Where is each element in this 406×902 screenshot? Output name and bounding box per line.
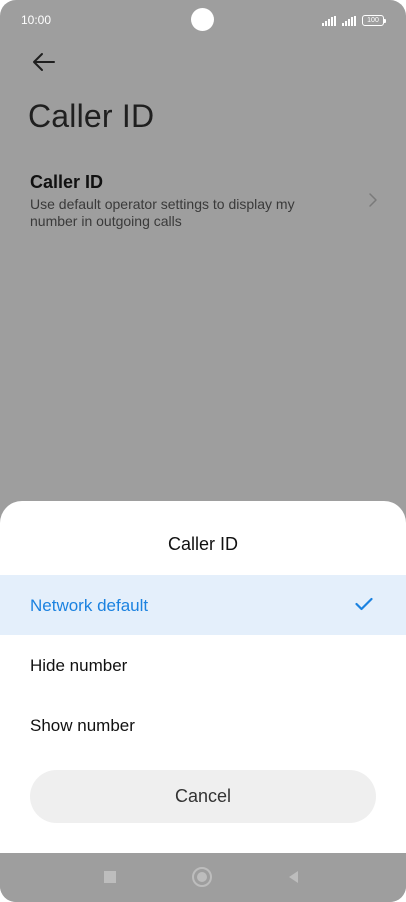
back-button[interactable] [28, 48, 60, 76]
option-label: Hide number [30, 656, 128, 675]
home-button[interactable] [192, 867, 212, 887]
option-show-number[interactable]: Show number [0, 695, 406, 755]
signal-icon-2 [342, 16, 356, 26]
circle-home-icon [192, 867, 212, 887]
sheet-title: Caller ID [167, 534, 238, 554]
battery-icon: 100 [362, 15, 386, 26]
arrow-left-icon [33, 53, 55, 71]
caller-id-bottom-sheet: Caller ID Network default Hide number Sh… [0, 501, 406, 853]
status-bar: 10:00 100 [0, 0, 406, 40]
option-network-default[interactable]: Network default [0, 575, 406, 635]
square-recents-icon [104, 871, 116, 883]
cancel-button[interactable]: Cancel [30, 770, 376, 823]
phone-screen: 10:00 100 Caller ID Caller ID Use defaul… [0, 0, 406, 902]
setting-title: Caller ID [30, 172, 104, 192]
option-label: Network default [30, 596, 149, 615]
recents-button[interactable] [100, 867, 120, 887]
front-camera [191, 8, 214, 31]
status-time: 10:00 [21, 13, 52, 27]
triangle-back-icon [289, 871, 298, 883]
signal-icon [322, 16, 336, 26]
option-hide-number[interactable]: Hide number [0, 635, 406, 695]
status-icons: 100 [322, 12, 386, 26]
checkmark-icon [355, 597, 373, 611]
setting-description: Use default operator settings to display… [30, 196, 295, 229]
page-title: Caller ID [28, 98, 155, 134]
chevron-right-icon [369, 193, 377, 207]
caller-id-setting[interactable]: Caller ID Use default operator settings … [0, 165, 406, 237]
navigation-bar [0, 853, 406, 902]
option-label: Show number [30, 716, 135, 735]
nav-back-button[interactable] [284, 867, 304, 887]
